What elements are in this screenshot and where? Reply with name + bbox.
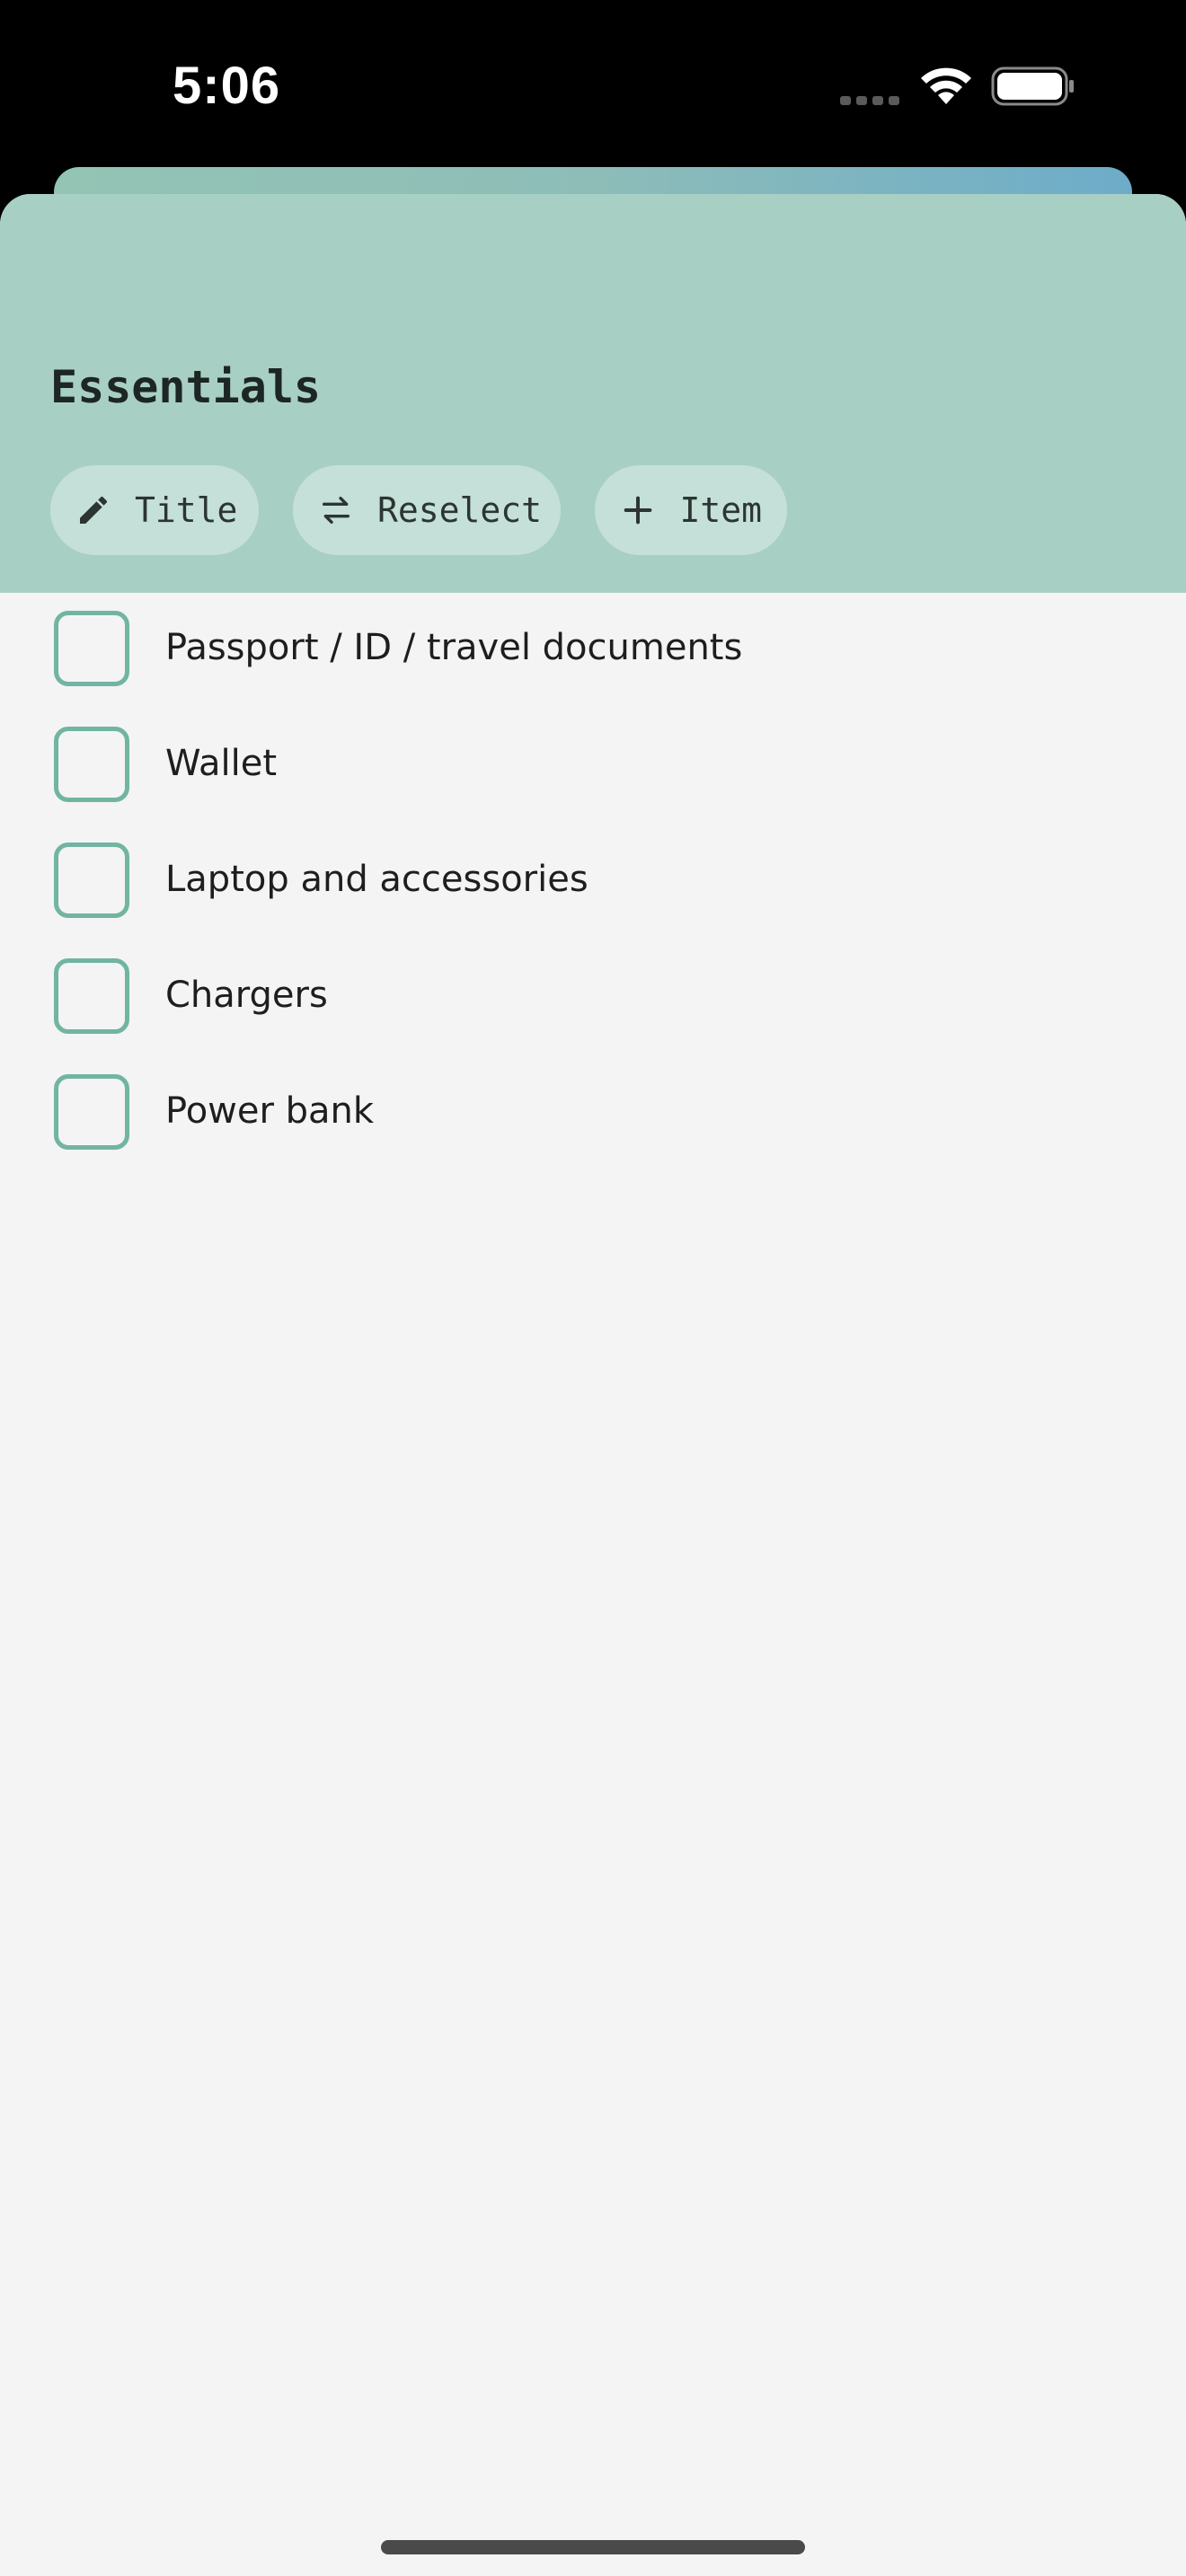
item-label: Chargers — [165, 975, 328, 1016]
home-indicator[interactable] — [381, 2540, 805, 2554]
status-time: 5:06 — [173, 57, 281, 115]
pencil-icon — [75, 490, 111, 530]
add-item-button[interactable]: Item — [595, 465, 787, 555]
status-bar: 5:06 — [0, 0, 1186, 171]
battery-icon — [991, 66, 1074, 106]
list-item[interactable]: Wallet — [0, 709, 1186, 824]
item-label: Laptop and accessories — [165, 859, 589, 900]
edit-title-button[interactable]: Title — [50, 465, 259, 555]
reselect-label: Reselect — [377, 490, 543, 530]
item-label: Passport / ID / travel documents — [165, 627, 743, 668]
list-item[interactable]: Passport / ID / travel documents — [0, 593, 1186, 708]
sheet-header: Essentials Title Reselect Item — [0, 194, 1186, 593]
add-item-label: Item — [679, 490, 762, 530]
checkbox[interactable] — [54, 1074, 129, 1150]
item-label: Wallet — [165, 743, 278, 784]
cellular-signal-icon — [840, 96, 899, 105]
item-label: Power bank — [165, 1090, 375, 1132]
swap-arrows-icon — [318, 490, 354, 530]
checkbox[interactable] — [54, 842, 129, 918]
checkbox[interactable] — [54, 727, 129, 802]
wifi-icon — [921, 67, 971, 104]
list-item[interactable]: Chargers — [0, 940, 1186, 1055]
list-item[interactable]: Power bank — [0, 1056, 1186, 1171]
plus-icon — [620, 490, 656, 530]
reselect-button[interactable]: Reselect — [293, 465, 561, 555]
edit-title-label: Title — [135, 490, 238, 530]
checklist-sheet: Essentials Title Reselect Item Passport … — [0, 194, 1186, 2576]
page-title: Essentials — [50, 361, 322, 413]
list-item[interactable]: Laptop and accessories — [0, 825, 1186, 940]
checkbox[interactable] — [54, 611, 129, 686]
checkbox[interactable] — [54, 958, 129, 1034]
